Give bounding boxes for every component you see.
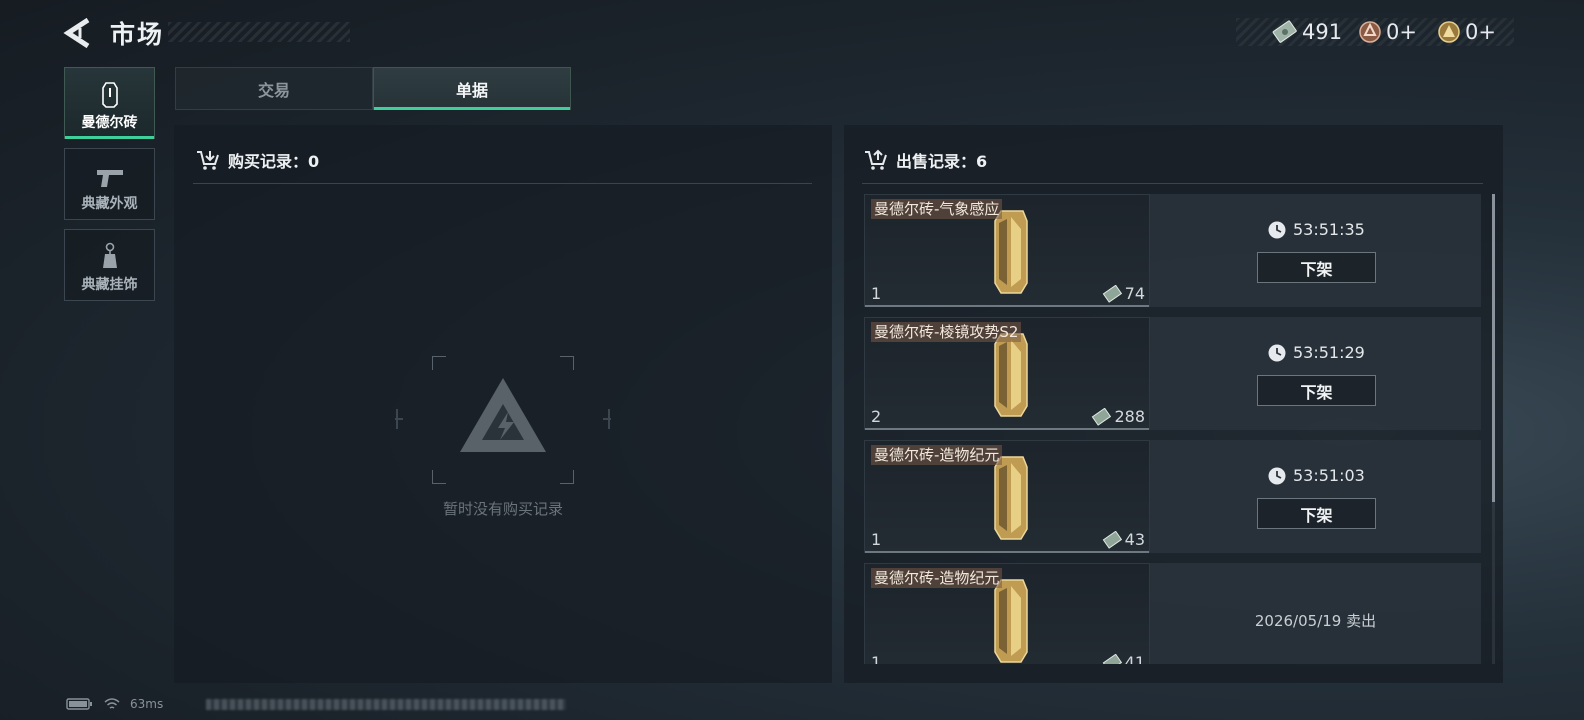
battery-icon — [66, 698, 92, 710]
sale-status-panel: 53:51:03 下架 — [1150, 440, 1481, 553]
clock-icon — [1268, 221, 1286, 238]
item-quantity: 1 — [871, 530, 882, 549]
listing-timer: 53:51:03 — [1268, 466, 1365, 485]
bronze-amount: 0+ — [1386, 20, 1417, 44]
item-price-value: 288 — [1114, 407, 1145, 426]
sale-item-card[interactable]: 曼德尔砖-造物纪元 1 43 — [864, 440, 1150, 553]
cart-download-icon — [197, 151, 219, 170]
listing-timer: 53:51:29 — [1268, 343, 1365, 362]
category-label: 典藏外观 — [81, 196, 138, 212]
item-quantity: 1 — [871, 653, 882, 664]
category-label: 典藏挂饰 — [81, 277, 138, 293]
sales-count: 出售记录：6 — [896, 152, 988, 171]
wifi-icon — [104, 698, 120, 709]
category-collection-skins[interactable]: 典藏外观 — [64, 148, 155, 220]
banknote-icon — [1092, 407, 1112, 426]
sales-list[interactable]: 曼德尔砖-气象感应 1 74 53:51:35 下架 曼德尔砖-棱镜攻势S2 2… — [862, 194, 1482, 664]
sale-status-panel: 2026/05/19 卖出 — [1150, 563, 1481, 664]
listing-timer: 53:51:35 — [1268, 220, 1365, 239]
sales-divider — [862, 183, 1483, 184]
sold-date: 2026/05/19 卖出 — [1254, 612, 1377, 630]
item-name: 曼德尔砖-造物纪元 — [871, 568, 1003, 588]
banknote-icon — [1102, 284, 1122, 303]
keychain-charm-icon — [102, 242, 117, 268]
timer-value: 53:51:03 — [1293, 466, 1365, 485]
list-item: 曼德尔砖-棱镜攻势S2 2 288 53:51:29 下架 — [862, 317, 1482, 430]
clock-icon — [1268, 467, 1286, 484]
pistol-icon — [96, 170, 123, 187]
timer-value: 53:51:29 — [1293, 343, 1365, 362]
item-price: 288 — [1091, 407, 1145, 426]
status-bar: 63ms — [66, 697, 163, 711]
gold-token-icon — [1438, 21, 1460, 43]
banknote-icon — [1102, 653, 1122, 664]
item-price-value: 43 — [1124, 530, 1145, 549]
clock-icon — [1268, 344, 1286, 361]
purchase-count: 购买记录：0 — [228, 152, 320, 171]
item-name: 曼德尔砖-造物纪元 — [871, 445, 1003, 465]
unlist-button[interactable]: 下架 — [1257, 252, 1376, 283]
mandel-brick-icon — [994, 579, 1028, 663]
tab-orders[interactable]: 单据 — [373, 67, 571, 110]
category-collection-charms[interactable]: 典藏挂饰 — [64, 229, 155, 301]
sales-header: 出售记录：6 — [864, 148, 987, 172]
list-item: 曼德尔砖-气象感应 1 74 53:51:35 下架 — [862, 194, 1482, 307]
item-price-value: 74 — [1124, 284, 1145, 303]
currency-banknote[interactable]: 491 — [1272, 18, 1342, 46]
category-label: 曼德尔砖 — [81, 115, 138, 131]
currency-gold[interactable]: 0+ — [1437, 18, 1496, 46]
item-name: 曼德尔砖-棱镜攻势S2 — [871, 322, 1022, 342]
banknote-amount: 491 — [1302, 20, 1343, 44]
item-price: 41 — [1102, 653, 1145, 664]
title-decoration — [168, 22, 350, 42]
item-price: 43 — [1102, 530, 1145, 549]
unlist-button[interactable]: 下架 — [1257, 375, 1376, 406]
banknote-icon — [1102, 530, 1122, 549]
sale-status-panel: 53:51:35 下架 — [1150, 194, 1481, 307]
gold-amount: 0+ — [1465, 20, 1496, 44]
item-quantity: 2 — [871, 407, 882, 426]
bronze-token-icon — [1359, 21, 1381, 43]
banknote-icon — [1272, 20, 1297, 43]
empty-state-text: 暂时没有购买记录 — [442, 500, 563, 518]
sale-item-card[interactable]: 曼德尔砖-造物纪元 1 41 — [864, 563, 1150, 664]
sale-item-card[interactable]: 曼德尔砖-棱镜攻势S2 2 288 — [864, 317, 1150, 430]
mandel-brick-icon — [994, 333, 1028, 417]
empty-state-logo-icon — [460, 378, 546, 452]
purchase-header: 购买记录：0 — [196, 148, 319, 172]
list-item: 曼德尔砖-造物纪元 1 43 53:51:03 下架 — [862, 440, 1482, 553]
sale-item-card[interactable]: 曼德尔砖-气象感应 1 74 — [864, 194, 1150, 307]
sales-scrollbar-thumb[interactable] — [1492, 194, 1495, 502]
list-item: 曼德尔砖-造物纪元 1 41 2026/05/19 卖出 — [862, 563, 1482, 664]
back-arrow-icon[interactable] — [62, 16, 94, 50]
cart-upload-icon — [865, 149, 887, 170]
unlist-button[interactable]: 下架 — [1257, 498, 1376, 529]
mandel-brick-icon — [994, 456, 1028, 540]
timer-value: 53:51:35 — [1293, 220, 1365, 239]
category-mandel-brick[interactable]: 曼德尔砖 — [64, 67, 155, 139]
sale-status-panel: 53:51:29 下架 — [1150, 317, 1481, 430]
purchase-divider — [193, 183, 812, 184]
mandel-brick-icon — [994, 210, 1028, 294]
blurred-status-text — [206, 699, 566, 710]
page-title: 市场 — [110, 20, 165, 49]
mandel-brick-icon — [101, 82, 118, 108]
item-price: 74 — [1102, 284, 1145, 303]
item-price-value: 41 — [1124, 653, 1145, 664]
tab-trade[interactable]: 交易 — [175, 67, 373, 110]
item-quantity: 1 — [871, 284, 882, 303]
currency-bronze[interactable]: 0+ — [1358, 18, 1417, 46]
ping-value: 63ms — [130, 697, 164, 711]
item-name: 曼德尔砖-气象感应 — [871, 199, 1003, 219]
